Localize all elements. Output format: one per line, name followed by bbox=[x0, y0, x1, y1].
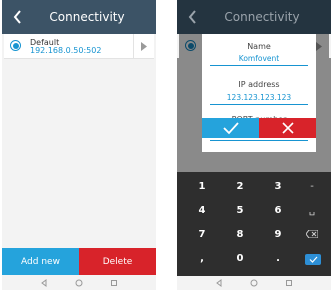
nav-back-icon[interactable] bbox=[215, 279, 223, 287]
page-title: Connectivity bbox=[224, 10, 300, 24]
enter-key[interactable] bbox=[305, 254, 321, 265]
backspace-key[interactable] bbox=[293, 224, 331, 244]
cancel-button[interactable] bbox=[259, 118, 316, 138]
name-field[interactable]: Komfovent bbox=[210, 54, 308, 66]
header-bar: Connectivity bbox=[2, 0, 156, 34]
connectivity-edit-screen: Connectivity Name Komfovent IP address 1… bbox=[177, 0, 331, 290]
key-period[interactable]: . bbox=[259, 248, 297, 268]
close-icon bbox=[281, 122, 294, 134]
nav-recents-icon[interactable] bbox=[285, 279, 293, 287]
add-new-button[interactable]: Add new bbox=[2, 248, 79, 275]
nav-home-icon[interactable] bbox=[250, 279, 258, 287]
nav-back-icon[interactable] bbox=[40, 279, 48, 287]
radio-selected-icon bbox=[185, 40, 196, 51]
key-3[interactable]: 3 bbox=[259, 176, 297, 196]
key-9[interactable]: 9 bbox=[259, 224, 297, 244]
connectivity-screen: Connectivity Default 192.168.0.50:502 Ad… bbox=[2, 0, 156, 290]
numeric-keypad: 1 2 3 - 4 5 6 ␣ 7 8 9 , 0 . bbox=[177, 172, 331, 276]
header-bar: Connectivity bbox=[177, 0, 331, 34]
chevron-right-icon bbox=[141, 41, 147, 51]
ip-address-field[interactable]: 123.123.123.123 bbox=[210, 93, 308, 105]
backspace-icon bbox=[306, 230, 318, 238]
name-label: Name bbox=[247, 42, 271, 51]
ip-address-label: IP address bbox=[238, 80, 280, 89]
key-space[interactable]: ␣ bbox=[293, 200, 331, 220]
check-icon bbox=[222, 122, 239, 135]
page-title: Connectivity bbox=[49, 10, 125, 24]
key-4[interactable]: 4 bbox=[183, 200, 221, 220]
system-nav-bar bbox=[2, 276, 156, 290]
nav-home-icon[interactable] bbox=[75, 279, 83, 287]
key-2[interactable]: 2 bbox=[221, 176, 259, 196]
key-0[interactable]: 0 bbox=[221, 248, 259, 268]
radio-selected-icon[interactable] bbox=[10, 40, 21, 51]
connection-list-item[interactable]: Default 192.168.0.50:502 bbox=[4, 34, 154, 59]
key-comma[interactable]: , bbox=[183, 248, 221, 268]
nav-recents-icon[interactable] bbox=[110, 279, 118, 287]
key-minus[interactable]: - bbox=[293, 176, 331, 196]
key-8[interactable]: 8 bbox=[221, 224, 259, 244]
confirm-button[interactable] bbox=[202, 118, 259, 138]
key-6[interactable]: 6 bbox=[259, 200, 297, 220]
key-5[interactable]: 5 bbox=[221, 200, 259, 220]
connection-address: 192.168.0.50:502 bbox=[30, 46, 102, 55]
key-7[interactable]: 7 bbox=[183, 224, 221, 244]
edit-connection-button[interactable] bbox=[133, 34, 154, 58]
key-1[interactable]: 1 bbox=[183, 176, 221, 196]
enter-icon bbox=[309, 256, 317, 263]
system-nav-bar bbox=[177, 276, 331, 290]
delete-button[interactable]: Delete bbox=[79, 248, 156, 275]
